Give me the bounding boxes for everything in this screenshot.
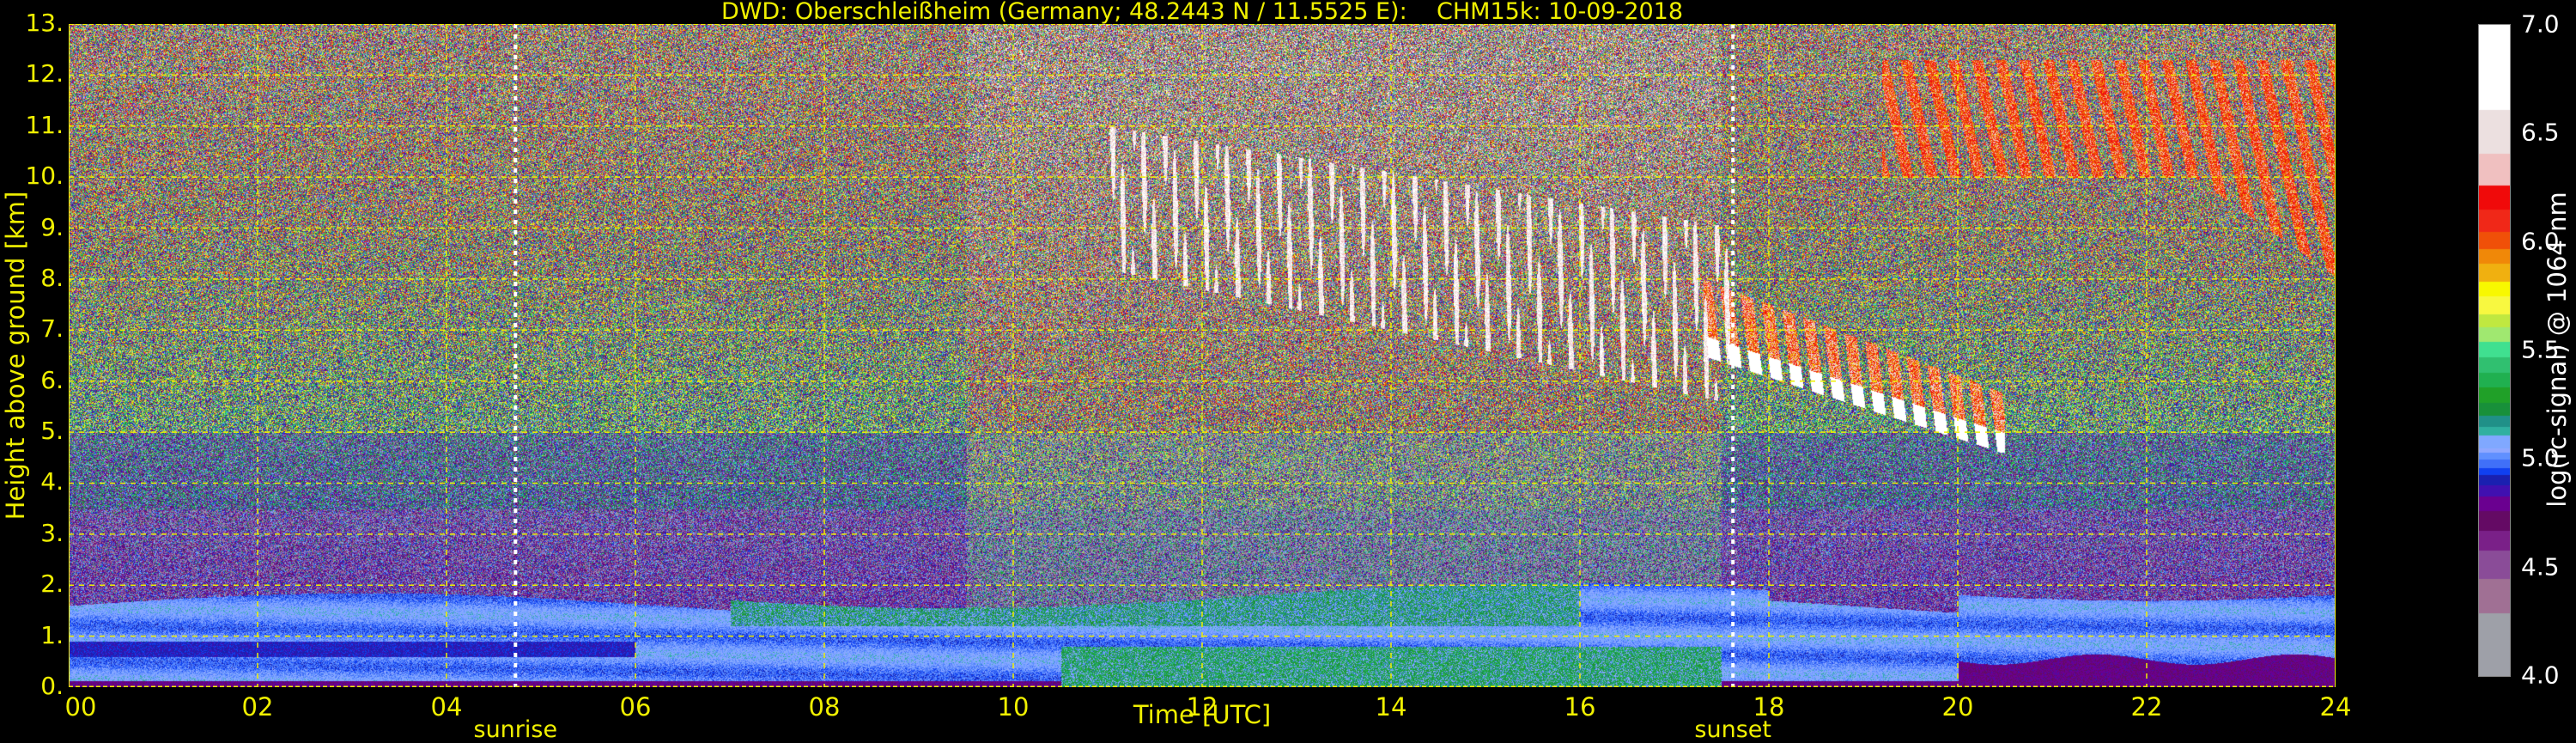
colorbar-tick-label: 7.0 — [2521, 9, 2560, 39]
y-tick-label: 10. — [25, 161, 64, 191]
y-tick-label: 1. — [40, 620, 64, 649]
x-axis-label: Time [UTC] — [1133, 700, 1272, 729]
colorbar-tick-label: 4.5 — [2521, 552, 2560, 582]
colorbar-label: log(rc-signal) @ 1064 nm — [2543, 192, 2572, 508]
y-tick-label: 2. — [40, 569, 64, 599]
x-tick-label: 24 — [2319, 692, 2352, 722]
y-tick-label: 11. — [25, 110, 64, 139]
y-tick-label: 0. — [40, 672, 64, 700]
x-tick-label: 20 — [1941, 692, 1974, 722]
x-tick-label: 00 — [64, 692, 97, 722]
x-tick-label: 10 — [997, 692, 1030, 722]
x-tick-label: 22 — [2130, 692, 2163, 722]
y-tick-label: 3. — [40, 518, 64, 547]
x-tick-label: 02 — [241, 692, 274, 722]
y-tick-label: 12. — [25, 59, 64, 88]
plot-area — [69, 24, 2336, 687]
colorbar-tick-label: 4.0 — [2521, 661, 2560, 690]
colorbar — [2478, 24, 2511, 677]
y-tick-label: 13. — [25, 9, 64, 37]
x-tick-label: 14 — [1375, 692, 1407, 722]
x-tick-label: 16 — [1564, 692, 1596, 722]
y-axis-label: Height above ground [km] — [1, 191, 30, 521]
x-tick-label: 08 — [808, 692, 841, 722]
x-tick-label: 06 — [619, 692, 652, 722]
chart-title: DWD: Oberschleißheim (Germany; 48.2443 N… — [720, 0, 1684, 25]
grid-overlay — [69, 24, 2336, 687]
colorbar-tick-label: 6.5 — [2521, 118, 2560, 147]
x-tick-label: 04 — [430, 692, 463, 722]
